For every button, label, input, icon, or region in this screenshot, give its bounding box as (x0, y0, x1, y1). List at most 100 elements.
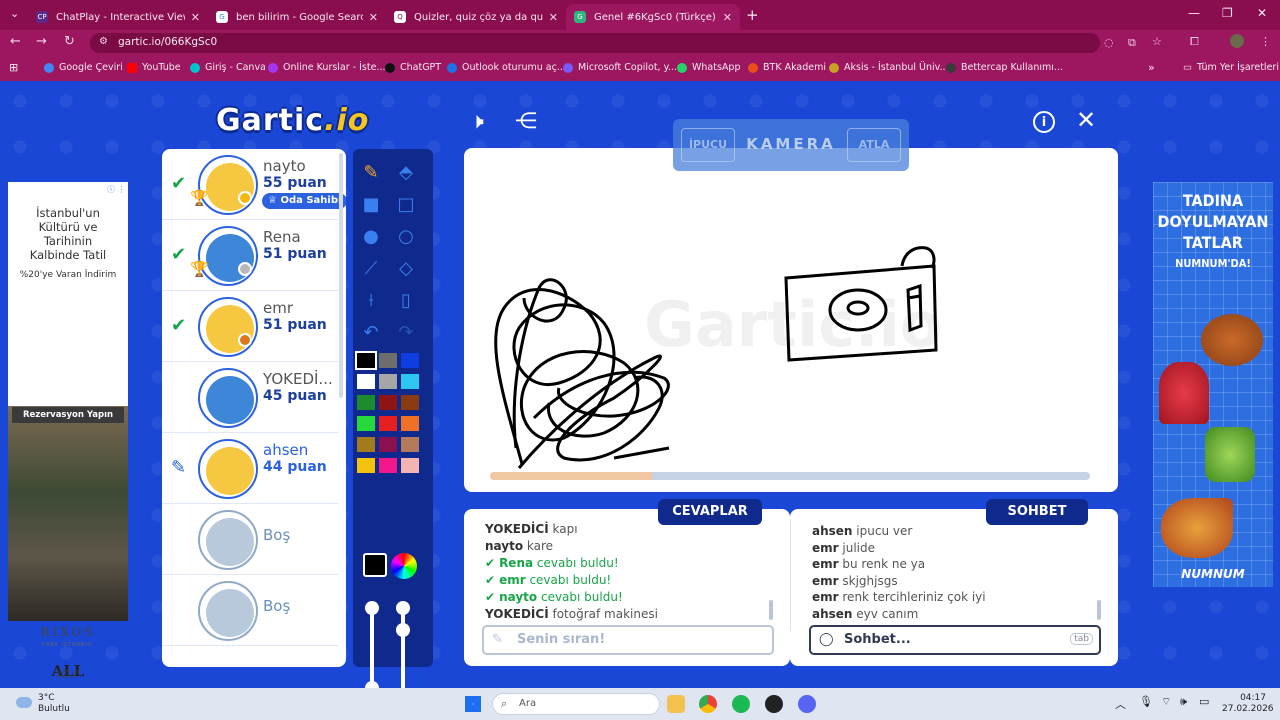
spotify-icon[interactable] (732, 695, 750, 713)
ad-info-icon[interactable]: ⓘ ⋮ (107, 184, 126, 195)
opacity-slider-knob[interactable] (396, 623, 410, 637)
undo-icon[interactable]: ↶ (358, 319, 384, 345)
bookmark-item[interactable]: Microsoft Copilot, y... (563, 62, 677, 73)
info-icon[interactable]: i (1033, 111, 1055, 133)
menu-icon[interactable]: ⋮ (1260, 35, 1271, 48)
minimize-button[interactable]: — (1188, 6, 1200, 20)
tab-quiz[interactable]: Q Quizler, quiz çöz ya da quiz olu ✕ (386, 4, 566, 30)
players-scrollbar[interactable] (339, 153, 343, 398)
color-swatch[interactable] (379, 395, 397, 410)
weather-widget[interactable]: 3°C Bulutlu (38, 693, 70, 715)
chrome-icon[interactable] (699, 695, 717, 713)
new-tab-button[interactable]: + (746, 6, 759, 24)
bookmark-item[interactable]: Online Kurslar - İste... (268, 62, 386, 73)
line-icon[interactable]: ⟋ (358, 255, 384, 281)
taskbar-search[interactable]: ⌕ Ara (492, 693, 660, 715)
tab-chatplay[interactable]: CP ChatPlay - Interactive Viewer G ✕ (28, 4, 208, 30)
forward-icon[interactable]: → (36, 34, 47, 49)
size-slider-knob[interactable] (365, 601, 379, 615)
filled-rect-icon[interactable]: ■ (358, 191, 384, 217)
color-swatch[interactable] (401, 374, 419, 389)
close-icon[interactable]: ✕ (191, 11, 200, 24)
color-swatch[interactable] (401, 416, 419, 431)
install-icon[interactable]: ⧉ (1128, 36, 1136, 50)
opacity-slider-knob[interactable] (396, 601, 410, 615)
tab-gartic[interactable]: G Genel #6KgSc0 (Türkçe) - Gartic ✕ (566, 4, 740, 30)
color-swatch[interactable] (379, 416, 397, 431)
player-row[interactable]: ✔ 🏆 nayto 55 puan ♕ Oda Sahibi (162, 149, 346, 220)
chat-scrollbar[interactable] (1097, 600, 1101, 620)
color-swatch[interactable] (379, 374, 397, 389)
drawing-canvas[interactable]: Gartic.io (464, 148, 1118, 492)
maximize-button[interactable]: ❐ (1222, 6, 1233, 20)
color-wheel-icon[interactable] (391, 553, 417, 579)
chat-input[interactable]: ◯ Sohbet... tab (809, 625, 1101, 655)
player-row[interactable]: Boş (162, 575, 338, 646)
circle-icon[interactable]: ○ (393, 223, 419, 249)
all-bookmarks[interactable]: ▭ Tüm Yer İşaretleri (1183, 62, 1279, 73)
app-icon[interactable] (765, 695, 783, 713)
answers-scrollbar[interactable] (769, 600, 773, 620)
battery-icon[interactable]: ▭ (1199, 695, 1209, 708)
color-swatch[interactable] (357, 374, 375, 389)
player-row[interactable]: Boş (162, 504, 338, 575)
microphone-icon[interactable]: 🎙 (1139, 695, 1153, 708)
apps-icon[interactable]: ⊞ (9, 61, 18, 74)
left-ad[interactable]: ⓘ ⋮ İstanbul'un Kültürü ve Tarihinin Kal… (8, 182, 128, 680)
color-swatch[interactable] (401, 353, 419, 368)
color-swatch[interactable] (401, 437, 419, 452)
color-swatch[interactable] (401, 395, 419, 410)
player-row[interactable]: ✔ 🏆 Rena 51 puan (162, 220, 338, 291)
bookmark-item[interactable]: Aksis - İstanbul Üniv... (829, 62, 949, 73)
bookmark-item[interactable]: Giriş - Canva (190, 62, 266, 73)
selected-color[interactable] (363, 553, 387, 577)
close-icon[interactable]: ✕ (1076, 106, 1096, 134)
file-explorer-icon[interactable] (667, 695, 685, 713)
window-close-button[interactable]: ✕ (1257, 6, 1267, 20)
tab-google-search[interactable]: G ben bilirim - Google Search ✕ (208, 4, 386, 30)
profile-avatar[interactable] (1230, 34, 1244, 48)
color-swatch[interactable] (355, 351, 377, 370)
bookmark-item[interactable]: YouTube (127, 62, 181, 73)
share-icon[interactable]: ⋲ (515, 109, 537, 134)
color-swatch[interactable] (357, 458, 375, 473)
bookmark-item[interactable]: WhatsApp (677, 62, 740, 73)
player-row[interactable]: YOKEDİ... 45 puan (162, 362, 338, 433)
wifi-icon[interactable]: ⌔ (1161, 695, 1171, 709)
player-row[interactable]: ✔ emr 51 puan (162, 291, 338, 362)
reload-icon[interactable]: ↻ (64, 34, 75, 49)
color-swatch[interactable] (357, 395, 375, 410)
eraser-icon[interactable]: ◇ (393, 255, 419, 281)
rect-icon[interactable]: □ (393, 191, 419, 217)
bookmark-item[interactable]: BTK Akademi (748, 62, 826, 73)
pencil-icon[interactable]: ✎ (358, 159, 384, 185)
player-row[interactable]: ✎ ahsen 44 puan (162, 433, 338, 504)
volume-icon[interactable]: 🕪 (1180, 695, 1187, 709)
close-icon[interactable]: ✕ (549, 11, 558, 24)
page-icon[interactable]: ▯ (393, 287, 419, 313)
color-swatch[interactable] (357, 437, 375, 452)
close-icon[interactable]: ✕ (723, 11, 732, 24)
tray-chevron-icon[interactable]: ︿ (1115, 696, 1126, 712)
star-icon[interactable]: ☆ (1152, 35, 1162, 48)
taskbar-clock[interactable]: 04:17 27.02.2026 (1222, 693, 1274, 715)
eye-off-icon[interactable]: ◌ (1104, 36, 1114, 49)
bookmark-item[interactable]: Outlook oturumu aç... (447, 62, 566, 73)
ad-cta-button[interactable]: Rezervasyon Yapın (12, 407, 124, 423)
more-bookmarks-icon[interactable]: » (1148, 61, 1155, 74)
bookmark-item[interactable]: Google Çeviri (44, 62, 123, 73)
color-swatch[interactable] (379, 353, 397, 368)
discord-icon[interactable] (798, 695, 816, 713)
sound-icon[interactable]: 🕨 (470, 109, 484, 134)
filled-circle-icon[interactable]: ● (358, 223, 384, 249)
eyedropper-icon[interactable]: ⟊ (358, 287, 384, 313)
right-ad[interactable]: TADINA DOYULMAYAN TATLAR NUMNUM'DA! NUMN… (1153, 182, 1273, 587)
bookmark-item[interactable]: Bettercap Kullanımı... (946, 62, 1063, 73)
answer-input[interactable]: ✎ Senin sıran! (482, 625, 774, 655)
color-swatch[interactable] (379, 437, 397, 452)
tab-search-button[interactable]: ⌄ (10, 7, 19, 20)
weather-icon[interactable] (16, 697, 32, 708)
bookmark-item[interactable]: ChatGPT (385, 62, 441, 73)
skip-button[interactable]: ATLA (847, 128, 901, 162)
start-icon[interactable] (465, 696, 481, 712)
